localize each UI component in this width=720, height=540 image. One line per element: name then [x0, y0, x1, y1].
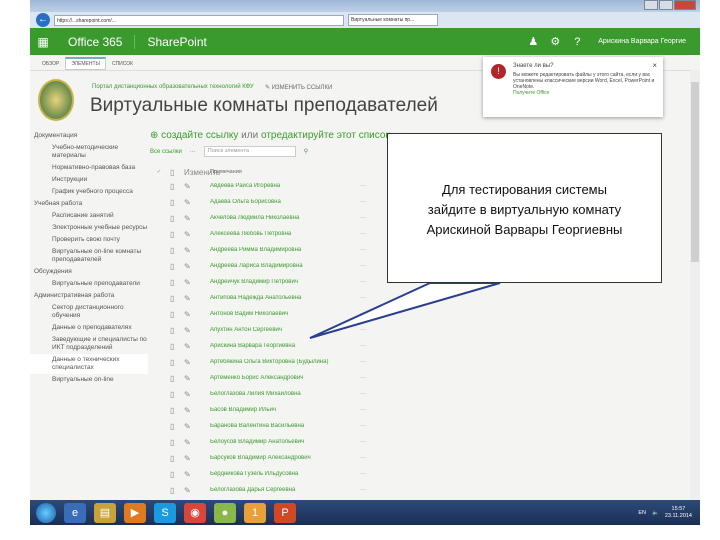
- callout-line: Арискиной Варвары Георгиевны: [426, 222, 623, 237]
- callout-line: Для тестирования системы: [442, 182, 607, 197]
- callout-line: зайдите в виртуальную комнату: [427, 202, 622, 217]
- callout-box: Для тестирования системы зайдите в вирту…: [387, 133, 662, 283]
